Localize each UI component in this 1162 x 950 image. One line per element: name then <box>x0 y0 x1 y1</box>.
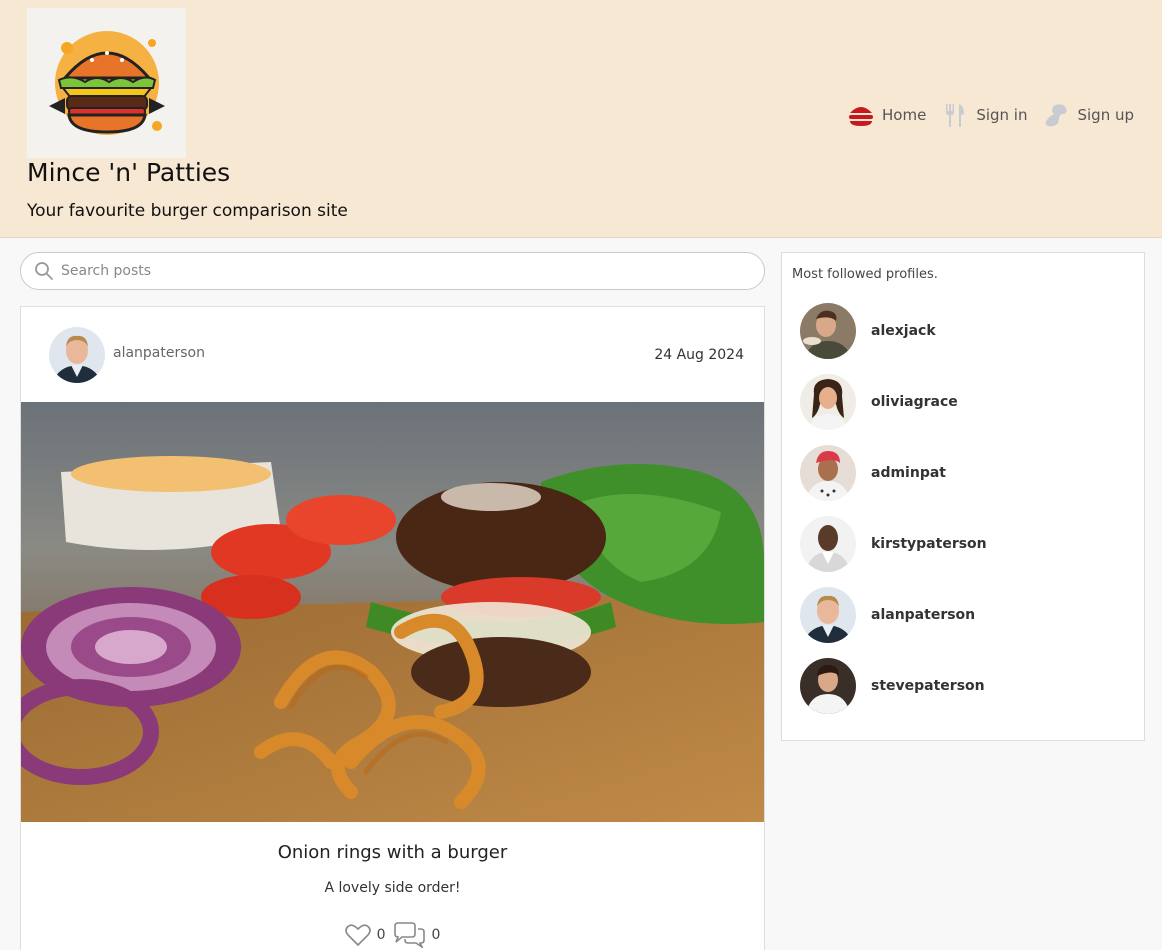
site-header: Mince 'n' Patties Your favourite burger … <box>0 0 1162 238</box>
comments-icon[interactable] <box>392 922 426 948</box>
nav-signup-link[interactable]: Sign up <box>1043 102 1134 128</box>
profile-name: adminpat <box>871 465 946 481</box>
profile-name: oliviagrace <box>871 394 958 410</box>
post-image[interactable] <box>21 402 764 822</box>
site-tagline: Your favourite burger comparison site <box>27 201 348 221</box>
profile-name: alanpaterson <box>871 607 976 623</box>
search-bar <box>20 252 765 290</box>
search-icon <box>34 261 54 281</box>
avatar <box>800 516 856 572</box>
nav-home-label: Home <box>882 106 927 124</box>
avatar <box>800 303 856 359</box>
avatar <box>800 587 856 643</box>
avatar <box>800 445 856 501</box>
post-author-name[interactable]: alanpaterson <box>113 345 205 361</box>
profile-item-adminpat[interactable]: adminpat <box>800 445 1100 501</box>
utensils-icon <box>942 102 968 128</box>
sidebar-heading: Most followed profiles. <box>792 267 938 282</box>
profile-name: alexjack <box>871 323 936 339</box>
heart-icon[interactable] <box>344 923 371 947</box>
profile-item-alanpaterson[interactable]: alanpaterson <box>800 587 1100 643</box>
nav-signin-link[interactable]: Sign in <box>942 102 1027 128</box>
popular-profiles-panel: Most followed profiles. alexjack oliviag… <box>781 252 1145 741</box>
comment-count: 0 <box>431 927 441 943</box>
profile-item-oliviagrace[interactable]: oliviagrace <box>800 374 1100 430</box>
search-input[interactable] <box>61 257 751 285</box>
avatar <box>800 658 856 714</box>
post-card: alanpaterson 24 Aug 2024 Onion rings wit… <box>20 306 765 950</box>
profile-item-stevepaterson[interactable]: stevepaterson <box>800 658 1100 714</box>
chef-icon <box>1043 102 1069 128</box>
profile-item-alexjack[interactable]: alexjack <box>800 303 1100 359</box>
post-author-avatar[interactable] <box>49 327 105 383</box>
like-count: 0 <box>376 927 386 943</box>
site-title: Mince 'n' Patties <box>27 158 231 187</box>
profile-name: stevepaterson <box>871 678 985 694</box>
avatar <box>800 374 856 430</box>
nav-signin-label: Sign in <box>976 106 1028 124</box>
post-title: Onion rings with a burger <box>277 842 508 863</box>
post-text: A lovely side order! <box>324 880 461 896</box>
post-actions: 0 0 <box>21 922 764 948</box>
profile-item-kirstypaterson[interactable]: kirstypaterson <box>800 516 1100 572</box>
burger-icon <box>848 102 874 128</box>
burger-logo-icon[interactable] <box>27 8 186 158</box>
nav-signup-label: Sign up <box>1077 106 1134 124</box>
post-date: 24 Aug 2024 <box>654 347 744 363</box>
nav-home-link[interactable]: Home <box>848 102 926 128</box>
profile-name: kirstypaterson <box>871 536 987 552</box>
main-nav: Home Sign in Sign up <box>848 102 1134 128</box>
